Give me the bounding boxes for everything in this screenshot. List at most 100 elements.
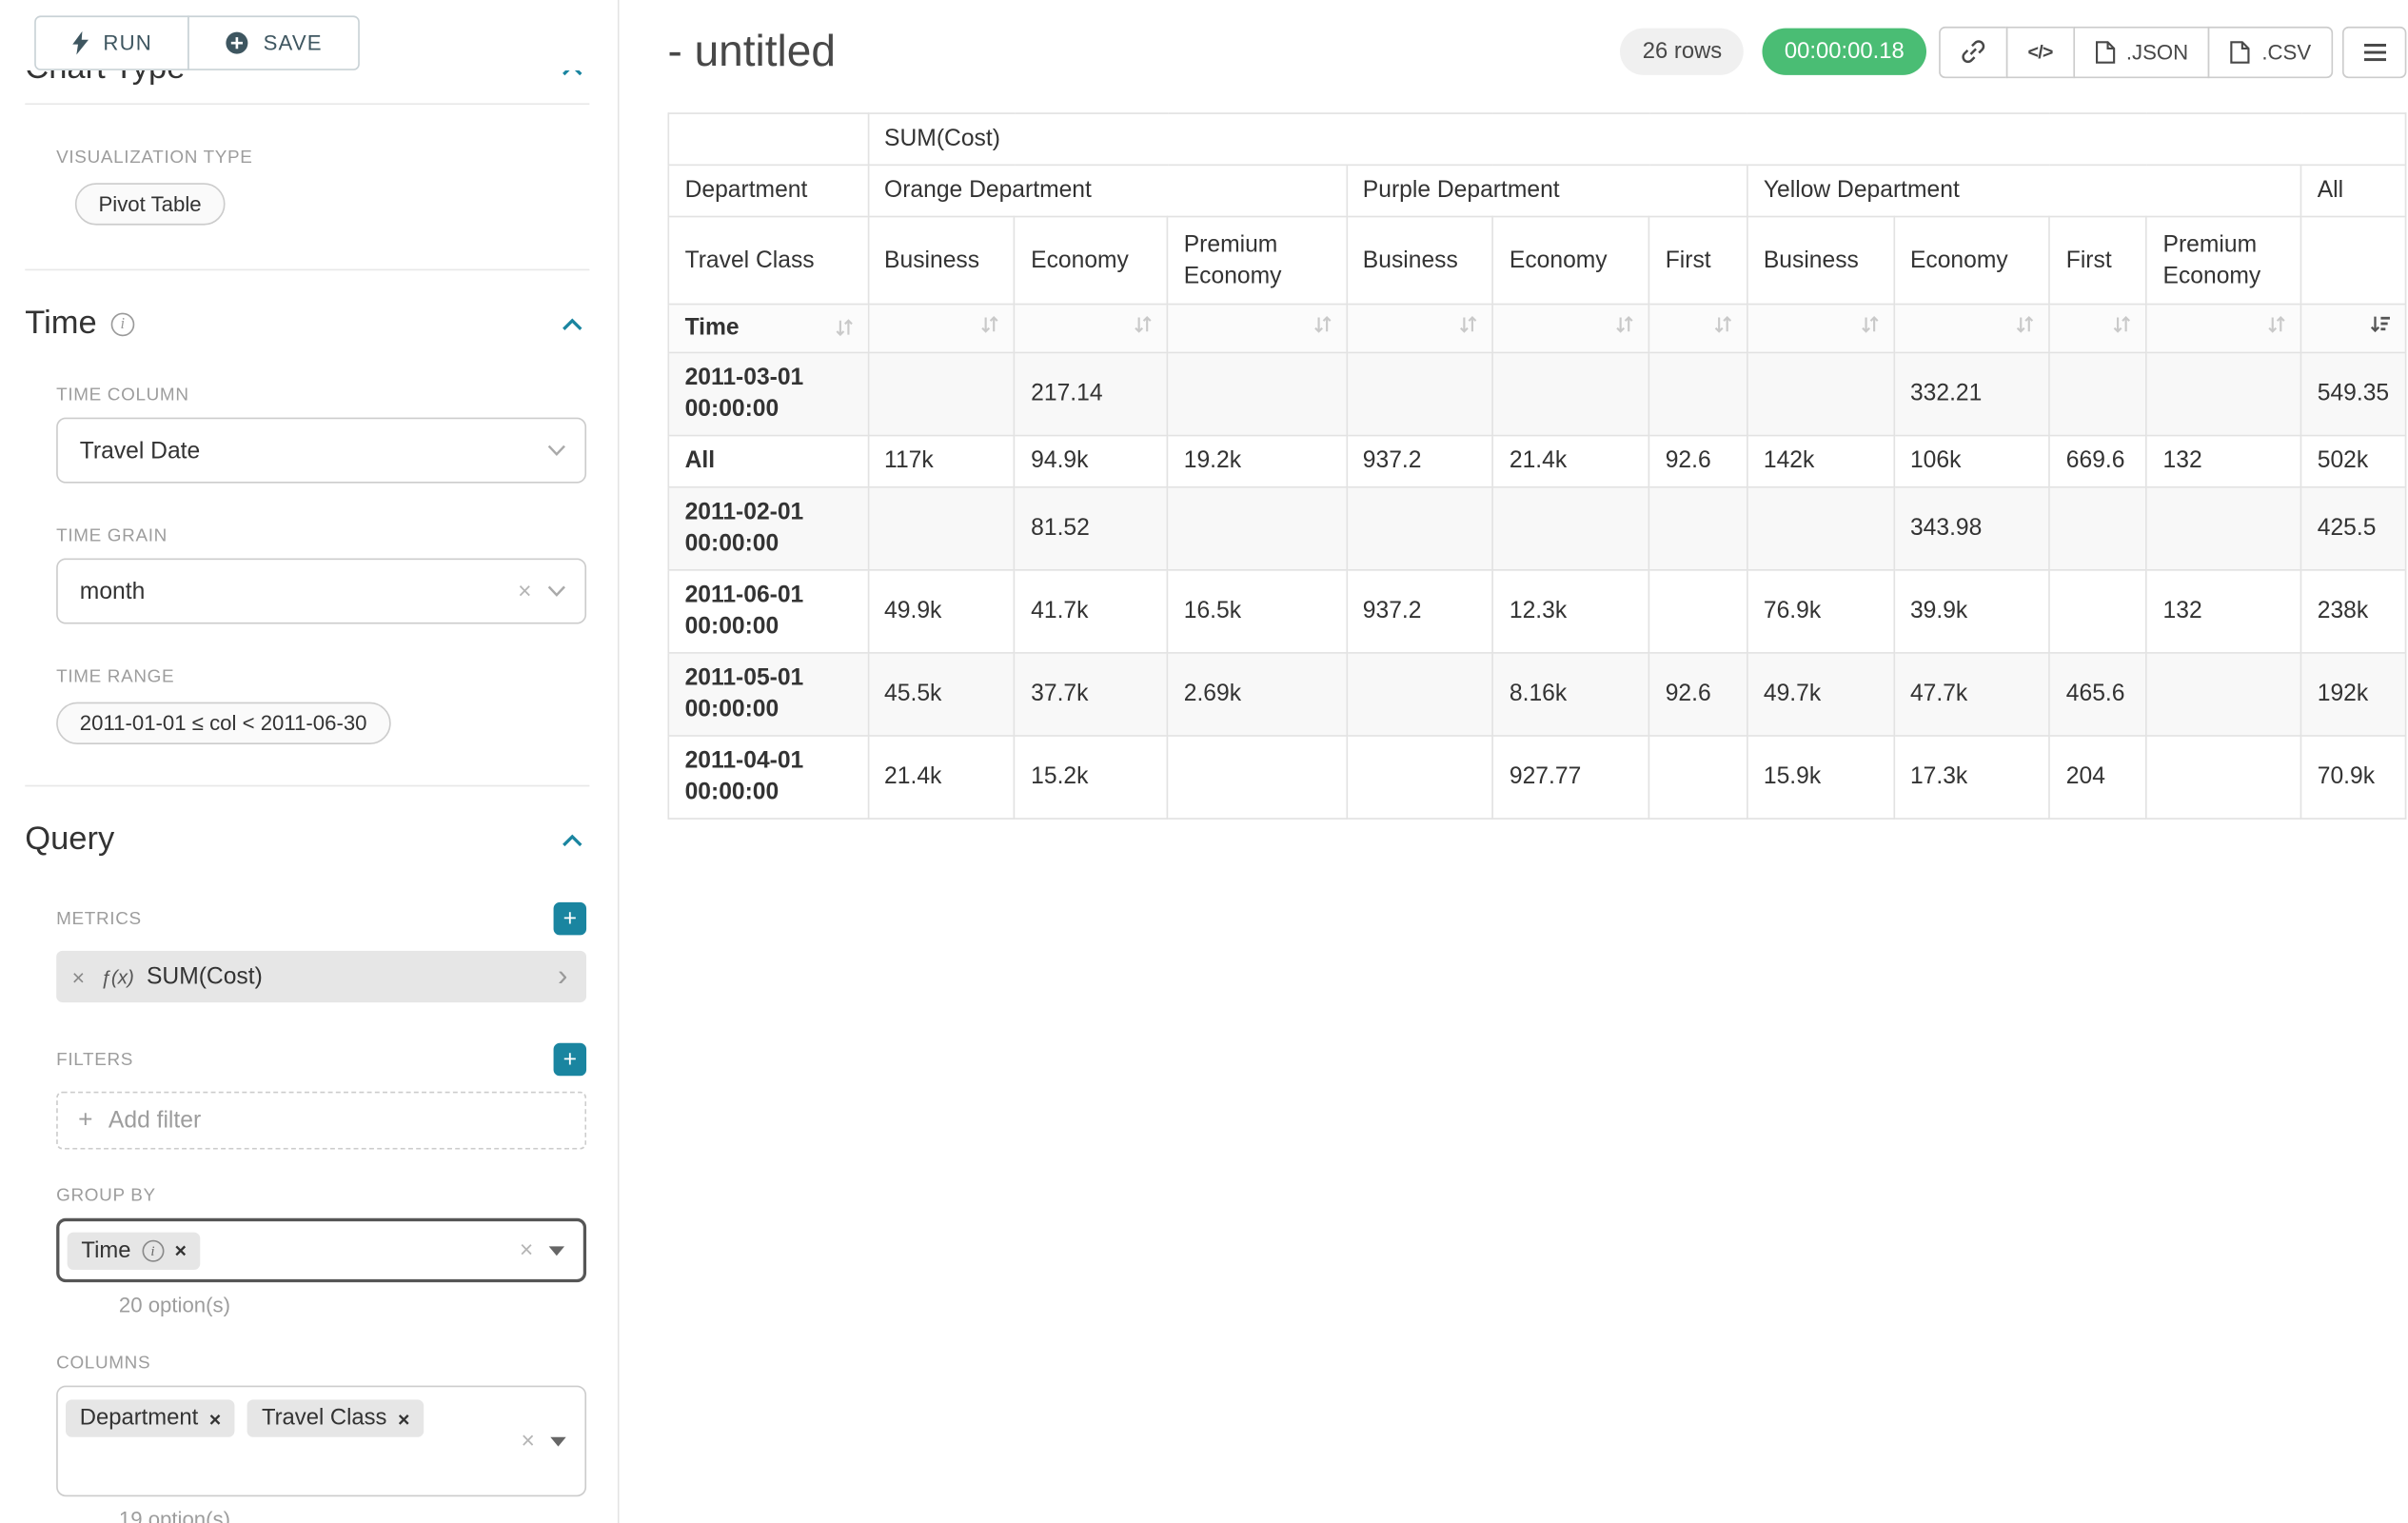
sort-toggle-icon[interactable] xyxy=(1459,314,1478,334)
add-filter-plus-button[interactable]: + xyxy=(554,1043,587,1077)
pivot-cell: 2.69k xyxy=(1167,653,1346,736)
pivot-cell xyxy=(1747,487,1894,570)
remove-chip-icon[interactable]: × xyxy=(398,1407,409,1431)
chart-type-heading-label: Chart Type xyxy=(25,70,185,88)
sort-toggle-icon[interactable] xyxy=(1615,314,1634,334)
clear-icon[interactable]: × xyxy=(520,1236,533,1263)
sort-toggle-icon[interactable] xyxy=(2016,314,2035,334)
chart-header: - untitled 26 rows 00:00:00.18 </> .JSON… xyxy=(667,19,2406,85)
travel-class-header: Premium Economy xyxy=(2146,217,2300,305)
remove-metric-icon[interactable]: × xyxy=(72,964,85,989)
pivot-cell: 21.4k xyxy=(868,736,1015,819)
pivot-cell xyxy=(2146,487,2300,570)
sort-toggle-icon[interactable] xyxy=(2113,314,2132,334)
row-header: 2011-04-01 00:00:00 xyxy=(668,736,867,819)
columns-chip[interactable]: Travel Class× xyxy=(247,1399,424,1436)
pivot-cell xyxy=(1347,653,1493,736)
save-button-label: SAVE xyxy=(264,31,323,55)
metric-header-row: SUM(Cost) xyxy=(668,113,2405,165)
collapse-chevron-icon[interactable] xyxy=(562,833,583,847)
time-column-label: TIME COLUMN xyxy=(56,386,586,405)
pivot-cell xyxy=(2146,736,2300,819)
pivot-cell: 21.4k xyxy=(1493,436,1649,487)
sort-header-row: Time xyxy=(668,305,2405,353)
remove-chip-icon[interactable]: × xyxy=(209,1407,221,1431)
download-json-button[interactable]: .JSON xyxy=(2073,26,2210,77)
pivot-cell xyxy=(2050,487,2147,570)
collapse-chevron-icon[interactable] xyxy=(562,317,583,331)
download-csv-button[interactable]: .CSV xyxy=(2209,26,2334,77)
pivot-cell: 927.77 xyxy=(1493,736,1649,819)
pivot-cell: 192k xyxy=(2300,653,2405,736)
time-column-value: Travel Date xyxy=(80,437,547,464)
columns-chips: Department× Travel Class× xyxy=(66,1387,505,1437)
row-header: 2011-05-01 00:00:00 xyxy=(668,653,867,736)
sort-cell xyxy=(1894,305,2050,353)
group-by-select[interactable]: Timei× × xyxy=(56,1218,586,1282)
columns-chip[interactable]: Department× xyxy=(66,1399,235,1436)
sort-toggle-icon[interactable] xyxy=(1713,314,1732,334)
collapse-chevron-icon[interactable] xyxy=(562,70,583,76)
add-filter-label: Add filter xyxy=(109,1107,201,1134)
visualization-type-label: VISUALIZATION TYPE xyxy=(56,148,586,168)
pivot-table-body: 2011-03-01 00:00:00217.14332.21549.35All… xyxy=(668,352,2405,819)
pivot-cell: 70.9k xyxy=(2300,736,2405,819)
rows-count-badge: 26 rows xyxy=(1621,29,1744,75)
section-divider xyxy=(25,103,589,105)
add-filter-button[interactable]: + Add filter xyxy=(56,1092,586,1150)
sort-toggle-icon[interactable] xyxy=(834,317,853,337)
info-icon: i xyxy=(110,312,134,336)
travel-class-header: Economy xyxy=(1015,217,1168,305)
pivot-cell: 425.5 xyxy=(2300,487,2405,570)
clear-icon[interactable]: × xyxy=(521,1428,534,1454)
lightning-icon xyxy=(72,31,89,55)
filters-label: FILTERS xyxy=(56,1050,133,1069)
row-header: All xyxy=(668,436,867,487)
time-section-heading[interactable]: Time i xyxy=(0,305,618,342)
chart-title[interactable]: - untitled xyxy=(667,27,835,77)
pivot-cell xyxy=(1167,352,1346,435)
visualization-type-pill[interactable]: Pivot Table xyxy=(75,183,225,225)
pivot-cell: 465.6 xyxy=(2050,653,2147,736)
metric-chip[interactable]: × ƒ(x) SUM(Cost) › xyxy=(56,951,586,1002)
pivot-table-header: SUM(Cost) DepartmentOrange DepartmentPur… xyxy=(668,113,2405,352)
sort-toggle-icon[interactable] xyxy=(981,314,1000,334)
pivot-row: 2011-03-01 00:00:00217.14332.21549.35 xyxy=(668,352,2405,435)
pivot-cell: 549.35 xyxy=(2300,352,2405,435)
row-header: 2011-06-01 00:00:00 xyxy=(668,570,867,653)
share-link-button[interactable] xyxy=(1939,26,2007,77)
group-by-chips: Timei× xyxy=(68,1232,504,1269)
remove-chip-icon[interactable]: × xyxy=(174,1238,186,1262)
pivot-cell: 76.9k xyxy=(1747,570,1894,653)
pivot-cell xyxy=(868,487,1015,570)
time-range-label: TIME RANGE xyxy=(56,667,586,686)
sort-toggle-icon[interactable] xyxy=(1313,314,1332,334)
pivot-cell: 94.9k xyxy=(1015,436,1168,487)
expand-metric-icon[interactable]: › xyxy=(558,961,567,991)
pivot-cell xyxy=(2050,570,2147,653)
travel-class-header-row: Travel ClassBusinessEconomyPremium Econo… xyxy=(668,217,2405,305)
sort-cell xyxy=(1347,305,1493,353)
columns-select[interactable]: Department× Travel Class× × xyxy=(56,1386,586,1497)
embed-code-button[interactable]: </> xyxy=(2006,26,2075,77)
sort-toggle-icon[interactable] xyxy=(2267,314,2286,334)
pivot-cell: 332.21 xyxy=(1894,352,2050,435)
clear-icon[interactable]: × xyxy=(518,578,531,604)
sort-toggle-icon[interactable] xyxy=(1860,314,1879,334)
query-section-heading[interactable]: Query xyxy=(0,821,618,858)
sort-descending-icon[interactable] xyxy=(2369,314,2391,334)
code-icon: </> xyxy=(2028,41,2053,63)
time-column-select[interactable]: Travel Date xyxy=(56,418,586,484)
travel-class-dimension-label: Travel Class xyxy=(668,217,867,305)
save-button[interactable]: SAVE xyxy=(188,15,360,69)
table-menu-button[interactable] xyxy=(2342,26,2406,77)
run-button[interactable]: RUN xyxy=(34,15,189,69)
sort-toggle-icon[interactable] xyxy=(1134,314,1153,334)
time-grain-select[interactable]: month × xyxy=(56,558,586,623)
department-group-header: Orange Department xyxy=(868,165,1347,216)
pivot-cell: 937.2 xyxy=(1347,570,1493,653)
group-by-chip[interactable]: Timei× xyxy=(68,1232,201,1269)
add-metric-button[interactable]: + xyxy=(554,902,587,936)
pivot-cell: 37.7k xyxy=(1015,653,1168,736)
time-range-pill[interactable]: 2011-01-01 ≤ col < 2011-06-30 xyxy=(56,702,390,744)
